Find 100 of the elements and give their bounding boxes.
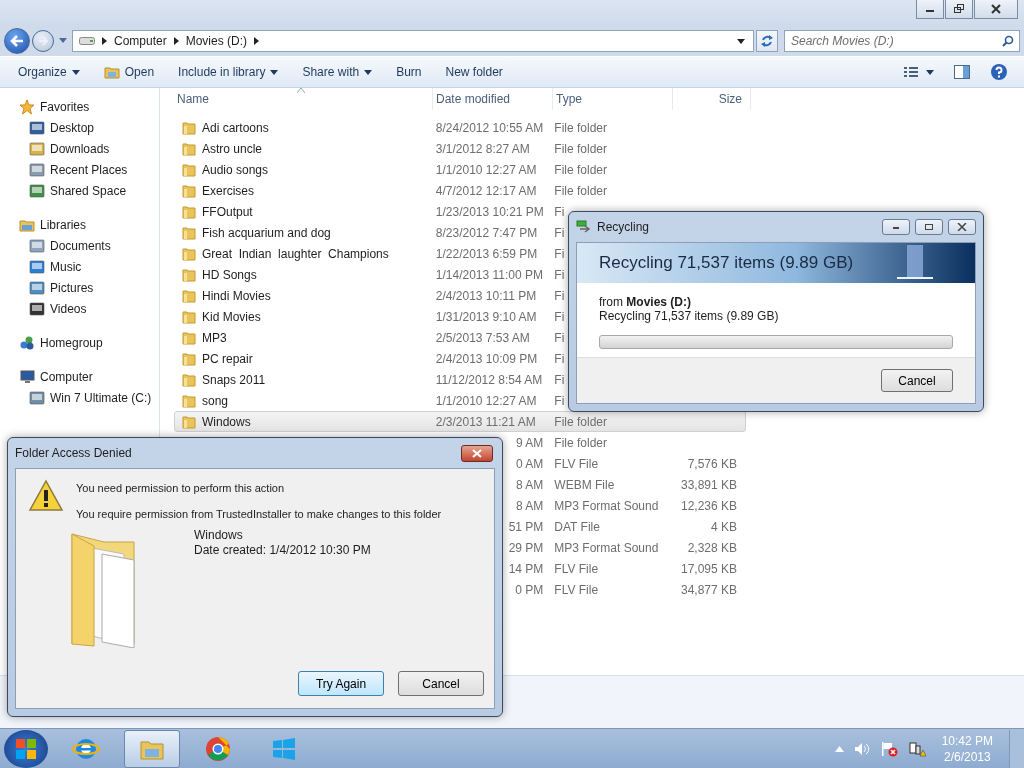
sidebar-item[interactable]: Pictures xyxy=(0,277,159,298)
restore-button[interactable] xyxy=(945,0,973,19)
flag-warning-icon[interactable] xyxy=(879,740,898,757)
toolbar-button[interactable]: Organize xyxy=(8,61,90,83)
toolbar-button[interactable]: Share with xyxy=(292,61,383,83)
maximize-button[interactable] xyxy=(915,219,943,235)
column-header[interactable]: Date modified xyxy=(433,88,553,110)
sidebar-group[interactable]: Libraries xyxy=(0,214,159,235)
sidebar-group[interactable]: Favorites xyxy=(0,96,159,117)
homegroup-icon xyxy=(19,334,35,351)
folder-icon xyxy=(182,351,196,366)
start-button[interactable] xyxy=(4,729,48,768)
address-bar[interactable]: Computer Movies (D:) xyxy=(72,30,754,52)
toolbar-button[interactable]: Include in library xyxy=(168,61,289,83)
caret-icon[interactable] xyxy=(59,38,67,44)
date-cell: 51 PM xyxy=(508,519,544,534)
type-cell: MP3 Format Sound xyxy=(554,540,659,555)
chevron-icon xyxy=(102,37,107,45)
folder-icon xyxy=(182,393,196,408)
file-name: Hindi Movies xyxy=(202,288,271,303)
breadcrumb[interactable]: Movies (D:) xyxy=(185,34,248,48)
sidebar-item[interactable]: Recent Places xyxy=(0,159,159,180)
maximize-icon xyxy=(924,223,934,231)
sidebar-item[interactable]: Documents xyxy=(0,235,159,256)
cancel-button[interactable]: Cancel xyxy=(398,671,484,696)
close-button[interactable] xyxy=(948,219,976,235)
help-icon xyxy=(990,63,1008,81)
date-cell: 8 AM xyxy=(515,498,544,513)
star-icon xyxy=(19,98,35,115)
size-cell: 12,236 KB xyxy=(680,498,737,513)
selected-row[interactable]: Windows 2/3/2013 11:21 AM File folder xyxy=(174,411,746,432)
caret-icon xyxy=(364,69,373,75)
sidebar-item[interactable]: Videos xyxy=(0,298,159,319)
folder-icon xyxy=(182,267,196,282)
file-name: Great Indian laughter Champions xyxy=(202,246,389,261)
column-header[interactable]: Name xyxy=(174,88,433,110)
folder-icon xyxy=(182,288,196,303)
minimize-button[interactable] xyxy=(916,0,944,19)
taskbar-button[interactable] xyxy=(124,729,180,768)
file-row[interactable]: song 1/1/2010 12:27 AM Fi xyxy=(174,390,746,411)
sidebar-item[interactable]: Music xyxy=(0,256,159,277)
sidebar-group[interactable]: Computer xyxy=(0,366,159,387)
source-text: from Movies (D:) xyxy=(599,295,692,309)
network-warning-icon[interactable] xyxy=(907,740,926,757)
back-button[interactable] xyxy=(4,28,30,54)
status-text: Recycling 71,537 items (9.89 GB) xyxy=(599,309,780,323)
file-row[interactable]: Adi cartoons 8/24/2012 10:55 AM File folder xyxy=(174,117,746,138)
toolbar-button[interactable]: Burn xyxy=(386,61,432,83)
folder-icon xyxy=(182,162,196,177)
type-cell: Fi xyxy=(554,267,565,282)
type-cell: Fi xyxy=(554,288,565,303)
file-name: Kid Movies xyxy=(202,309,261,324)
file-row[interactable]: Snaps 2011 11/12/2012 8:54 AM Fi xyxy=(174,369,746,390)
file-row[interactable]: Astro uncle 3/1/2012 8:27 AM File folder xyxy=(174,138,746,159)
file-row[interactable]: FFOutput 1/23/2013 10:21 PM Fi xyxy=(174,201,746,222)
sidebar-group[interactable]: Homegroup xyxy=(0,332,159,353)
refresh-button[interactable] xyxy=(756,30,778,52)
windows-logo-icon xyxy=(14,736,38,761)
breadcrumb[interactable]: Computer xyxy=(114,34,167,48)
sidebar-item[interactable]: Downloads xyxy=(0,138,159,159)
date-cell: 11/12/2012 8:54 AM xyxy=(435,372,543,387)
type-cell: FLV File xyxy=(554,582,599,597)
toolbar-button[interactable]: New folder xyxy=(435,61,513,83)
search-field[interactable]: Search Movies (D:) xyxy=(784,30,1020,52)
size-cell: 17,095 KB xyxy=(680,561,737,576)
close-icon xyxy=(471,448,483,458)
date-cell: 9 AM xyxy=(515,435,544,450)
date-cell: 0 AM xyxy=(515,456,544,471)
close-icon xyxy=(957,223,967,231)
type-cell: MP3 Format Sound xyxy=(554,498,659,513)
folder-icon xyxy=(182,183,196,198)
close-button[interactable] xyxy=(974,0,1018,19)
dropdown-caret-icon[interactable] xyxy=(737,38,745,44)
column-header[interactable]: Type xyxy=(553,88,673,110)
file-row[interactable]: MP3 2/5/2013 7:53 AM Fi xyxy=(174,327,746,348)
date-cell: 1/14/2013 11:00 PM xyxy=(435,267,543,282)
type-cell: File folder xyxy=(554,141,607,156)
forward-button[interactable] xyxy=(32,30,54,52)
toolbar-button[interactable]: Open xyxy=(93,61,165,83)
chrome-icon xyxy=(204,734,232,763)
cancel-button[interactable]: Cancel xyxy=(881,369,953,392)
file-name: FFOutput xyxy=(202,204,253,219)
clock-date: 2/6/2013 xyxy=(943,748,991,765)
folder-icon xyxy=(182,330,196,345)
file-row[interactable]: Audio songs 1/1/2010 12:27 AM File folder xyxy=(174,159,746,180)
date-cell: 1/23/2013 10:21 PM xyxy=(435,204,544,219)
sidebar-item[interactable]: Shared Space xyxy=(0,180,159,201)
file-row[interactable]: PC repair 2/4/2013 10:09 PM Fi xyxy=(174,348,746,369)
sidebar-item[interactable]: Desktop xyxy=(0,117,159,138)
try-again-button[interactable]: Try Again xyxy=(298,671,384,696)
file-name: Windows xyxy=(202,414,251,429)
column-header[interactable]: Size xyxy=(673,88,751,110)
date-cell: 2/5/2013 7:53 AM xyxy=(435,330,530,345)
type-cell: File folder xyxy=(554,435,607,450)
type-cell: Fi xyxy=(554,393,565,408)
file-row[interactable]: Exercises 4/7/2012 12:17 AM File folder xyxy=(174,180,746,201)
preview-pane-icon xyxy=(954,65,970,79)
close-button[interactable] xyxy=(461,444,493,462)
sidebar-item[interactable]: Win 7 Ultimate (C:) xyxy=(0,387,159,408)
minimize-button[interactable] xyxy=(882,219,910,235)
